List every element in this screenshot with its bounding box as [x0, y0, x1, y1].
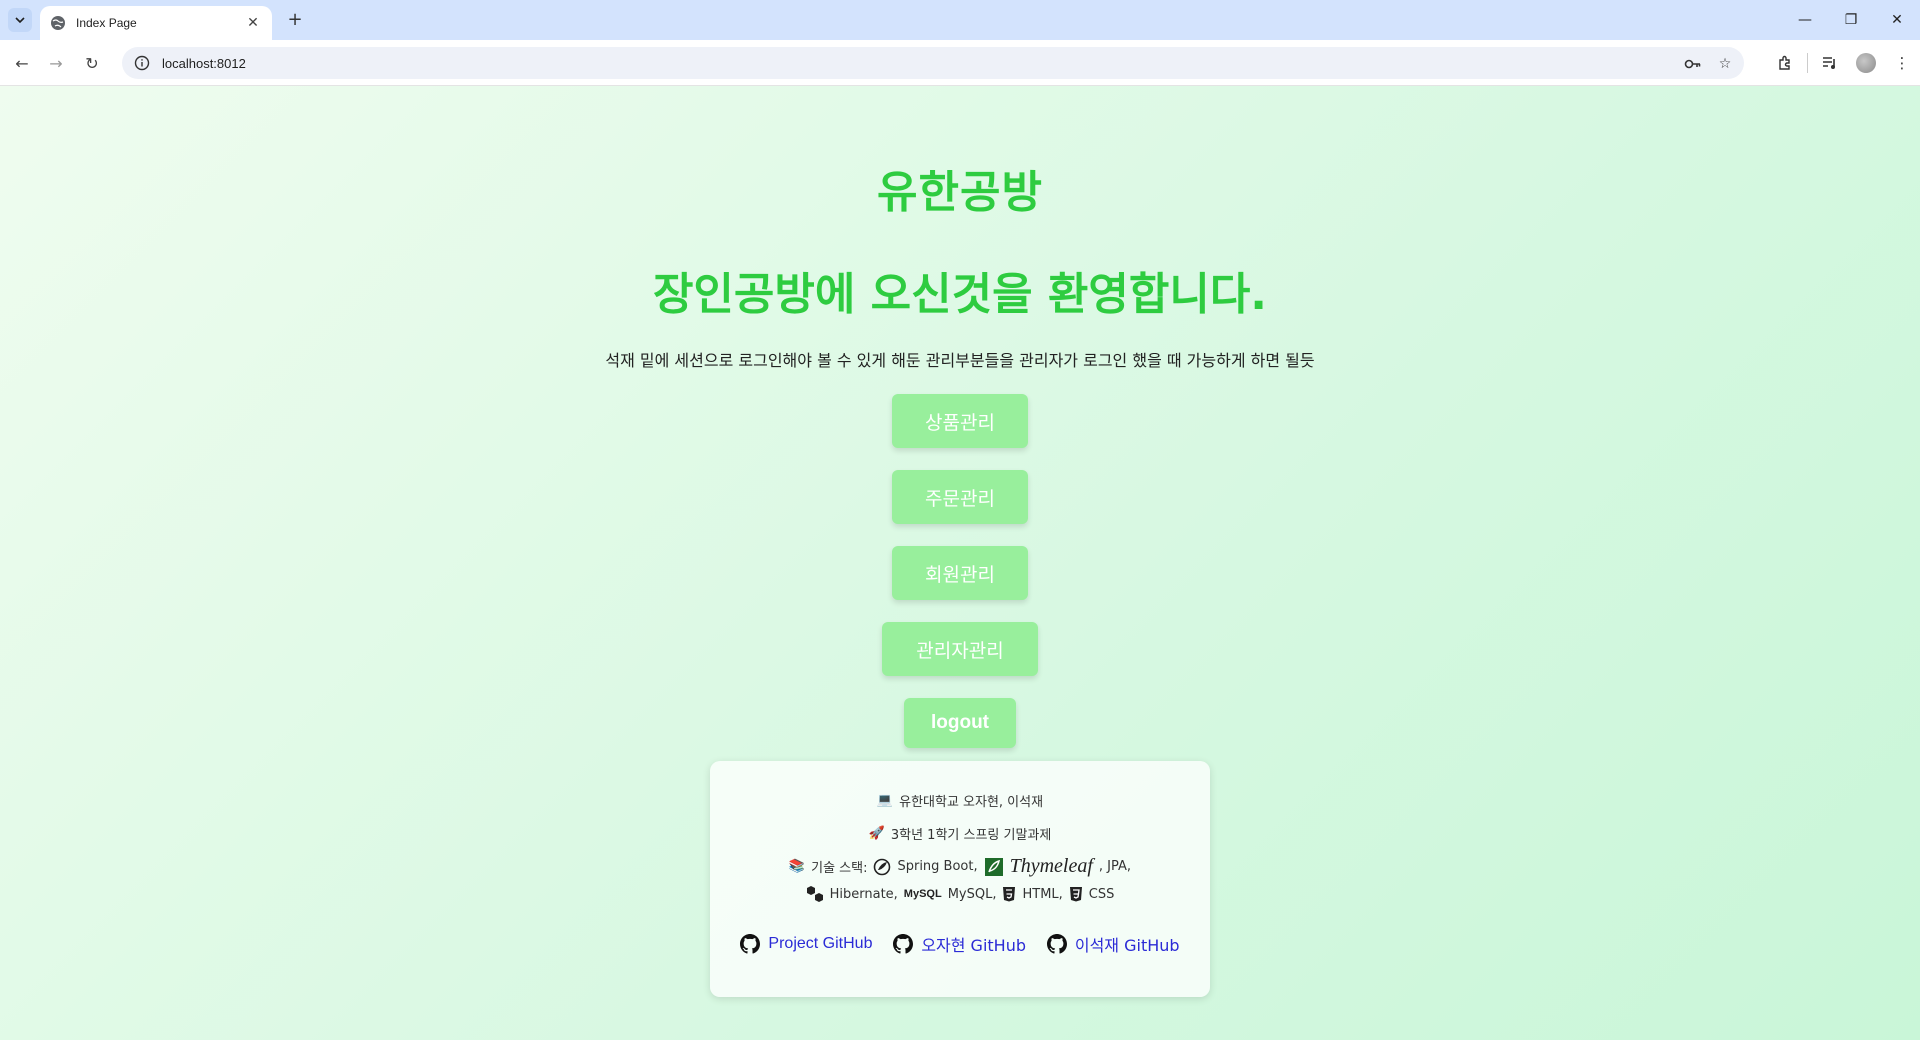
jpa-text: , JPA,: [1098, 859, 1132, 874]
css-text: CSS: [1088, 886, 1115, 902]
member-management-button[interactable]: 회원관리: [892, 546, 1028, 600]
bookmark-star-icon[interactable]: ☆: [1716, 55, 1734, 73]
window-controls: — ❐ ✕: [1782, 0, 1920, 40]
tab-close-icon[interactable]: ✕: [244, 15, 262, 31]
site-title: 유한공방: [877, 167, 1043, 218]
project-line: 🚀 3학년 1학기 스프링 기말과제: [710, 824, 1210, 843]
globe-icon: [51, 16, 65, 30]
more-menu-icon[interactable]: ⋮: [1884, 51, 1920, 75]
media-controls-icon[interactable]: [1812, 51, 1848, 75]
mysql-icon: MySQL: [903, 888, 942, 900]
stack-label: 기술 스택:: [811, 861, 868, 876]
books-icon: 📚: [788, 859, 806, 874]
address-bar[interactable]: localhost:8012 ☆: [122, 47, 1744, 79]
close-window-icon[interactable]: ✕: [1874, 0, 1920, 40]
restore-icon[interactable]: ❐: [1828, 0, 1874, 40]
reload-icon[interactable]: ↻: [80, 51, 104, 75]
github-icon: [740, 934, 761, 954]
stack-line-1: 📚 기술 스택: Spring Boot, Thymeleaf , JPA,: [710, 855, 1210, 878]
oja-github-label: 오자현 GitHub: [921, 936, 1027, 955]
minimize-icon[interactable]: —: [1782, 0, 1828, 40]
chevron-down-icon: [15, 17, 25, 24]
toolbar-separator: [1807, 53, 1808, 73]
new-tab-button[interactable]: +: [284, 9, 306, 31]
logout-button[interactable]: logout: [904, 698, 1016, 748]
thymeleaf-icon: [984, 857, 1003, 876]
lee-github-link[interactable]: 이석재 GitHub: [1046, 932, 1180, 956]
admin-management-button[interactable]: 관리자관리: [882, 622, 1038, 676]
browser-toolbar: ← → ↻ localhost:8012 ☆ ⋮: [0, 40, 1920, 86]
hibernate-text: Hibernate,: [829, 886, 898, 902]
back-icon[interactable]: ←: [10, 51, 34, 75]
github-links: Project GitHub 오자현 GitHub 이석재 GitHub: [710, 932, 1210, 956]
stack-line-2: Hibernate, MySQL MySQL, HTML, CSS: [710, 885, 1210, 903]
mysql-text: MySQL,: [947, 886, 997, 902]
thymeleaf-text: Thymeleaf: [1009, 855, 1093, 877]
laptop-icon: 💻: [876, 793, 894, 808]
project-text: 3학년 1학기 스프링 기말과제: [890, 828, 1052, 843]
note-text: 석재 밑에 세션으로 로그인해야 볼 수 있게 해둔 관리부분들을 관리자가 로…: [605, 351, 1315, 370]
profile-avatar[interactable]: [1856, 53, 1876, 73]
site-info-icon[interactable]: [134, 55, 150, 71]
rocket-icon: 🚀: [868, 826, 885, 841]
project-github-link[interactable]: Project GitHub: [740, 932, 872, 956]
product-management-button[interactable]: 상품관리: [892, 394, 1028, 448]
project-github-label: Project GitHub: [768, 935, 873, 952]
tab-search-button[interactable]: [8, 8, 32, 32]
forward-icon[interactable]: →: [44, 51, 68, 75]
spring-icon: [874, 858, 891, 875]
order-management-button[interactable]: 주문관리: [892, 470, 1028, 524]
lee-github-label: 이석재 GitHub: [1074, 936, 1180, 955]
project-info-card: 💻 유한대학교 오자현, 이석재 🚀 3학년 1학기 스프링 기말과제 📚 기술…: [710, 761, 1210, 997]
team-text: 유한대학교 오자현, 이석재: [899, 795, 1044, 810]
url-text[interactable]: localhost:8012: [162, 56, 246, 71]
oja-github-link[interactable]: 오자현 GitHub: [893, 932, 1026, 956]
html-text: HTML,: [1022, 886, 1063, 902]
extensions-icon[interactable]: [1767, 51, 1803, 75]
css3-icon: [1069, 887, 1082, 902]
tab-title: Index Page: [76, 16, 137, 30]
browser-tab[interactable]: Index Page ✕: [40, 6, 272, 40]
page-content: 유한공방 장인공방에 오신것을 환영합니다. 석재 밑에 세션으로 로그인해야 …: [0, 86, 1920, 1040]
github-icon: [1046, 934, 1067, 954]
team-line: 💻 유한대학교 오자현, 이석재: [710, 791, 1210, 810]
hibernate-icon: [806, 886, 823, 902]
password-key-icon[interactable]: [1684, 55, 1702, 73]
html5-icon: [1003, 887, 1016, 902]
tab-bar: Index Page ✕ + — ❐ ✕: [0, 0, 1920, 40]
welcome-heading: 장인공방에 오신것을 환영합니다.: [652, 269, 1268, 320]
spring-text: Spring Boot,: [897, 859, 978, 874]
github-icon: [893, 934, 914, 954]
